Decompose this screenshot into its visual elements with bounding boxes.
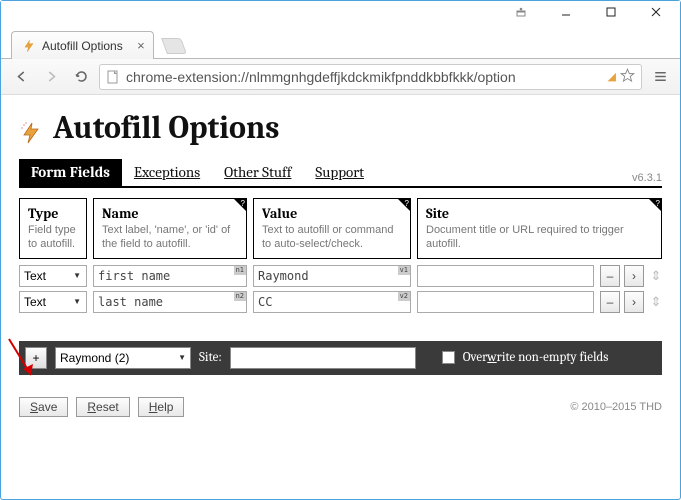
drag-handle-icon[interactable]: ⇕ [650,291,662,313]
help-corner-icon[interactable] [649,199,661,211]
url-text: chrome-extension://nlmmgnhgdeffjkdckmikf… [126,69,608,85]
browser-tab[interactable]: Autofill Options × [11,31,154,59]
nav-tabs: Form Fields Exceptions Other Stuff Suppo… [19,160,662,188]
footer: Save Reset Help © 2010–2015 THD [1,385,680,417]
column-headers: Type Field type to autofill. Name Text l… [19,198,662,259]
move-row-button[interactable]: › [624,265,644,287]
help-corner-icon[interactable] [398,199,410,211]
value-input[interactable]: Raymondv1 [253,265,411,287]
rules-table: Text first namen1 Raymondv1 – › ⇕ Text l… [19,265,662,313]
save-button[interactable]: Save [19,397,68,417]
bookmark-star-icon[interactable] [620,68,635,86]
header-value: Value Text to autofill or command to aut… [253,198,411,259]
name-input[interactable]: last namen2 [93,291,247,313]
site-input[interactable] [417,265,594,287]
tab-close-icon[interactable]: × [137,38,145,53]
value-input[interactable]: CCv2 [253,291,411,313]
tab-other-stuff[interactable]: Other Stuff [212,159,303,186]
browser-toolbar: chrome-extension://nlmmgnhgdeffjkdckmikf… [1,59,680,95]
site-filter-input[interactable] [230,347,416,369]
tab-title: Autofill Options [42,39,123,53]
drag-handle-icon[interactable]: ⇕ [650,265,662,287]
maximize-button[interactable] [588,1,633,23]
type-select[interactable]: Text [19,265,87,287]
tab-exceptions[interactable]: Exceptions [122,159,212,186]
tab-support[interactable]: Support [303,159,376,186]
page-content: Autofill Options Form Fields Exceptions … [1,95,680,385]
minimize-button[interactable] [543,1,588,23]
tab-form-fields[interactable]: Form Fields [19,159,122,186]
header-site: Site Document title or URL required to t… [417,198,662,259]
page-icon [106,70,120,84]
bolt-icon [19,116,43,140]
menu-icon[interactable] [648,65,672,89]
bottom-action-bar: + Raymond (2) Site: Overwrite non-empty … [19,341,662,375]
bolt-icon [22,39,36,53]
overwrite-checkbox[interactable] [442,351,455,364]
back-button[interactable] [9,65,33,89]
table-row: Text last namen2 CCv2 – › ⇕ [19,291,662,313]
reload-button[interactable] [69,65,93,89]
name-input[interactable]: first namen1 [93,265,247,287]
site-filter-label: Site: [199,350,222,365]
add-rule-button[interactable]: + [25,347,47,369]
forward-button[interactable] [39,65,63,89]
site-input[interactable] [417,291,594,313]
browser-tabstrip: Autofill Options × [1,29,680,59]
overwrite-label: Overwrite non-empty fields [463,350,609,365]
type-select[interactable]: Text [19,291,87,313]
address-bar[interactable]: chrome-extension://nlmmgnhgdeffjkdckmikf… [99,64,642,90]
new-tab-button[interactable] [161,38,187,54]
header-name: Name Text label, 'name', or 'id' of the … [93,198,247,259]
remove-row-button[interactable]: – [600,265,620,287]
help-corner-icon[interactable] [234,199,246,211]
close-button[interactable] [633,1,678,23]
copyright-text: © 2010–2015 THD [570,401,662,413]
table-row: Text first namen1 Raymondv1 – › ⇕ [19,265,662,287]
dropdown-icon[interactable]: ◢ [608,70,616,83]
remove-row-button[interactable]: – [600,291,620,313]
move-row-button[interactable]: › [624,291,644,313]
reset-button[interactable]: Reset [76,397,129,417]
unknown-titlebar-icon[interactable] [498,1,543,23]
profile-select[interactable]: Raymond (2) [55,347,191,369]
header-type: Type Field type to autofill. [19,198,87,259]
version-label: v6.3.1 [632,172,662,184]
window-titlebar [1,1,680,29]
help-button[interactable]: Help [138,397,185,417]
page-title: Autofill Options [19,109,662,146]
